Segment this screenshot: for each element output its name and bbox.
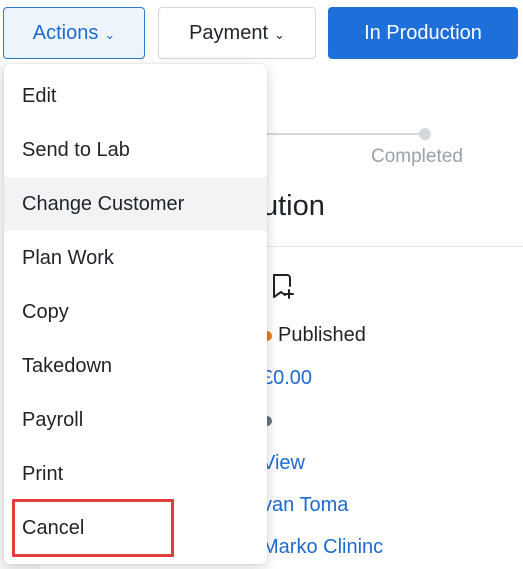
progress-step-completed: Completed [371, 146, 463, 167]
in-production-button[interactable]: In Production [328, 7, 518, 59]
menu-item-print[interactable]: Print [4, 447, 267, 501]
actions-button-label: Actions [32, 21, 99, 44]
actions-dropdown-menu: Edit Send to Lab Change Customer Plan Wo… [4, 64, 267, 564]
amount-link[interactable]: £0.00 [262, 367, 312, 390]
section-title: ution [262, 190, 325, 222]
bookmark-add-icon[interactable] [270, 272, 296, 302]
in-production-button-label: In Production [364, 21, 482, 44]
status-text: Published [278, 324, 366, 346]
person-link[interactable]: van Toma [262, 494, 348, 517]
payment-button[interactable]: Payment ⌄ [158, 7, 316, 59]
menu-item-copy[interactable]: Copy [4, 285, 267, 339]
menu-item-payroll[interactable]: Payroll [4, 393, 267, 447]
menu-item-edit[interactable]: Edit [4, 69, 267, 123]
menu-item-cancel[interactable]: Cancel [4, 501, 267, 555]
payment-button-label: Payment [189, 21, 269, 44]
chevron-down-icon: ⌄ [274, 27, 285, 42]
menu-item-plan-work[interactable]: Plan Work [4, 231, 267, 285]
menu-item-send-to-lab[interactable]: Send to Lab [4, 123, 267, 177]
status-badge: Published [262, 324, 366, 347]
toolbar: Actions ⌄ Payment ⌄ In Production [0, 0, 523, 66]
progress-line [262, 133, 426, 135]
actions-button[interactable]: Actions ⌄ [3, 7, 145, 59]
chevron-down-icon: ⌄ [104, 27, 116, 42]
menu-item-takedown[interactable]: Takedown [4, 339, 267, 393]
menu-item-change-customer[interactable]: Change Customer [4, 177, 267, 231]
view-link[interactable]: View [262, 452, 305, 475]
page: Actions ⌄ Payment ⌄ In Production Comple… [0, 0, 523, 569]
progress-step-dot [419, 128, 431, 140]
clinic-link[interactable]: Marko Clininc [262, 536, 383, 559]
